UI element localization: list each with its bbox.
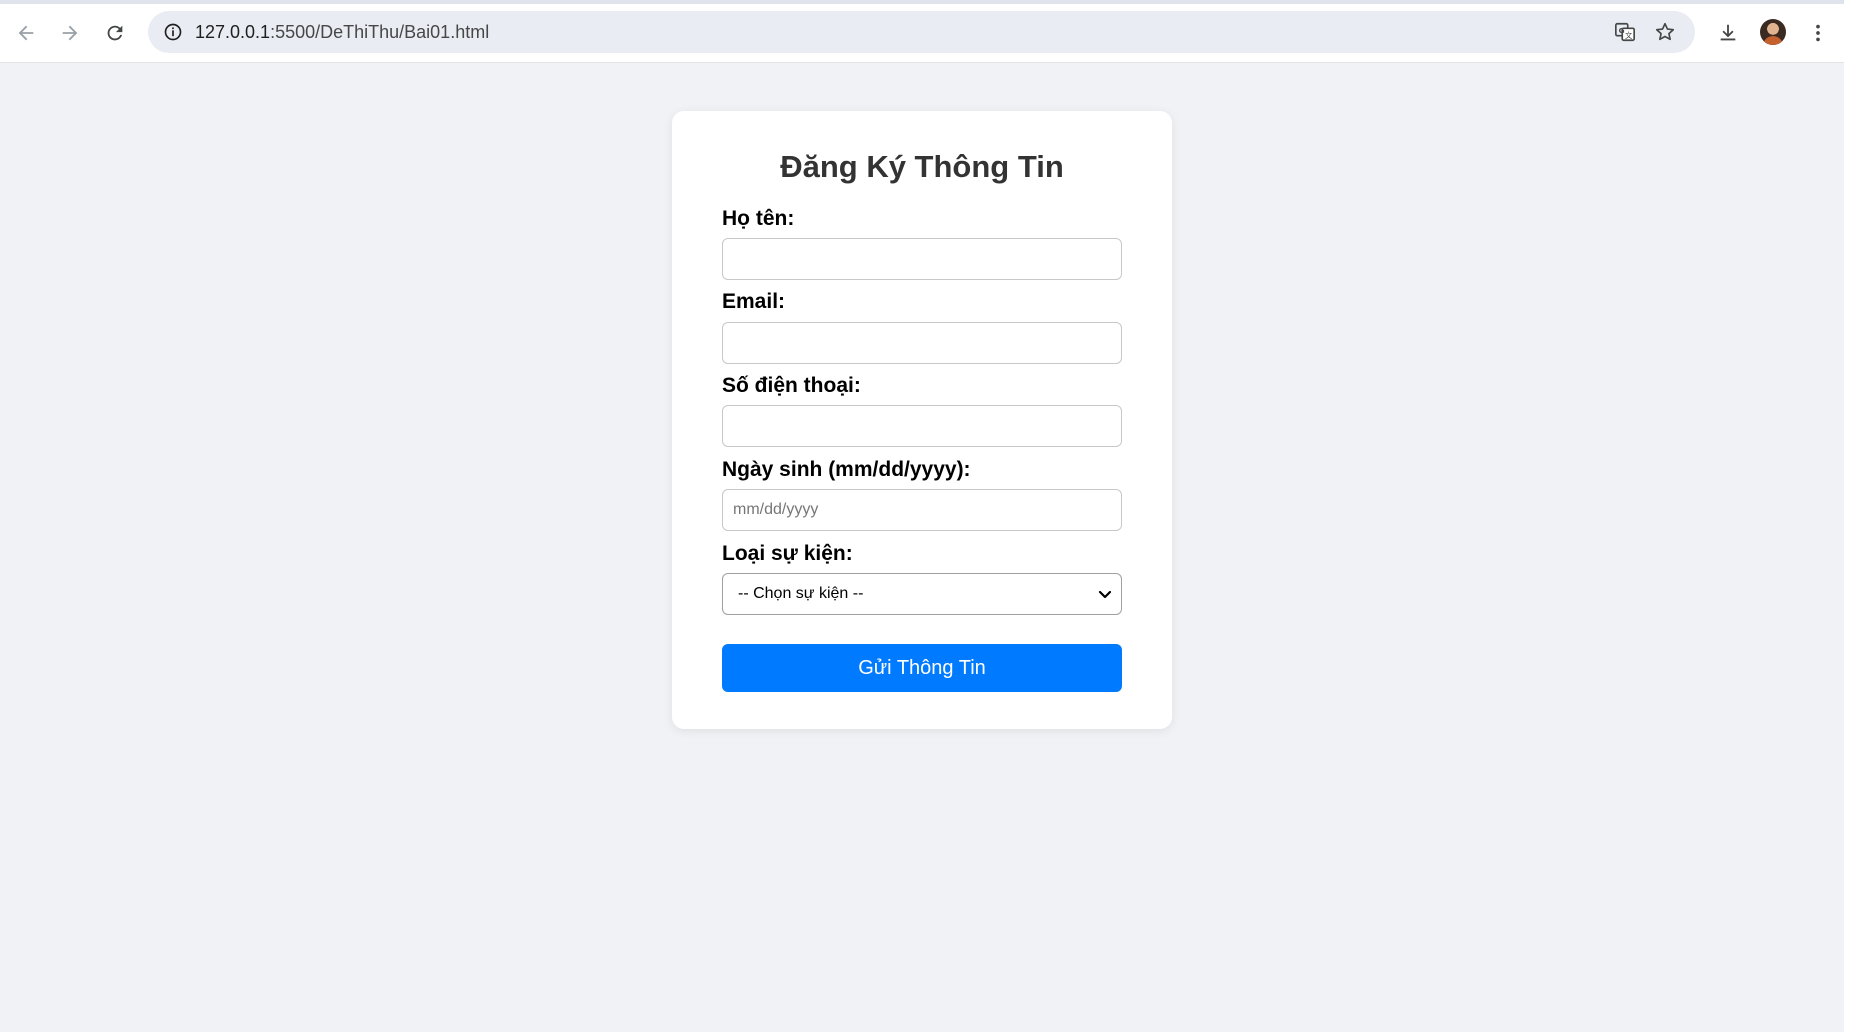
reload-icon bbox=[107, 25, 123, 41]
event-label: Loại sự kiện: bbox=[722, 542, 853, 565]
browser-toolbar: 127.0.0.1:5500/DeThiThu/Bai01.html G 文 bbox=[0, 0, 1849, 63]
name-input[interactable] bbox=[722, 238, 1122, 280]
reload-button[interactable] bbox=[95, 13, 135, 53]
svg-text:G: G bbox=[1619, 26, 1625, 35]
download-icon bbox=[1720, 24, 1736, 41]
event-select[interactable]: -- Chọn sự kiện -- bbox=[722, 573, 1122, 615]
download-button[interactable] bbox=[1708, 13, 1748, 53]
forward-button[interactable] bbox=[50, 13, 90, 53]
profile-avatar[interactable] bbox=[1760, 19, 1786, 45]
translate-icon: G 文 bbox=[1615, 22, 1635, 42]
url-text: 127.0.0.1:5500/DeThiThu/Bai01.html bbox=[195, 22, 489, 43]
browser-menu-button[interactable] bbox=[1798, 13, 1838, 53]
svg-text:文: 文 bbox=[1625, 31, 1633, 40]
dob-input[interactable] bbox=[722, 489, 1122, 531]
address-bar[interactable]: 127.0.0.1:5500/DeThiThu/Bai01.html G 文 bbox=[148, 11, 1695, 53]
submit-button[interactable]: Gửi Thông Tin bbox=[722, 644, 1122, 692]
star-icon bbox=[1655, 22, 1675, 41]
window-edge bbox=[1844, 0, 1849, 1032]
tab-strip bbox=[0, 0, 1849, 4]
phone-input[interactable] bbox=[722, 405, 1122, 447]
event-select-value: -- Chọn sự kiện -- bbox=[738, 585, 864, 602]
email-label: Email: bbox=[722, 290, 786, 313]
back-button[interactable] bbox=[6, 13, 46, 53]
site-info-button[interactable] bbox=[158, 17, 188, 47]
arrow-left-icon bbox=[18, 25, 34, 41]
email-input[interactable] bbox=[722, 322, 1122, 364]
translate-button[interactable]: G 文 bbox=[1610, 17, 1640, 47]
registration-form: Đăng Ký Thông Tin Họ tên: Email: Số điện… bbox=[672, 111, 1172, 729]
chevron-down-icon bbox=[1098, 590, 1112, 599]
info-icon bbox=[164, 23, 182, 41]
form-title: Đăng Ký Thông Tin bbox=[780, 149, 1064, 184]
kebab-menu-icon bbox=[1816, 24, 1820, 42]
url-host: 127.0.0.1 bbox=[195, 22, 271, 42]
url-path: :5500/DeThiThu/Bai01.html bbox=[270, 22, 490, 42]
name-label: Họ tên: bbox=[722, 207, 795, 230]
dob-label: Ngày sinh (mm/dd/yyyy): bbox=[722, 458, 971, 481]
phone-label: Số điện thoại: bbox=[722, 374, 861, 397]
arrow-right-icon bbox=[62, 25, 78, 41]
bookmark-button[interactable] bbox=[1650, 17, 1680, 47]
